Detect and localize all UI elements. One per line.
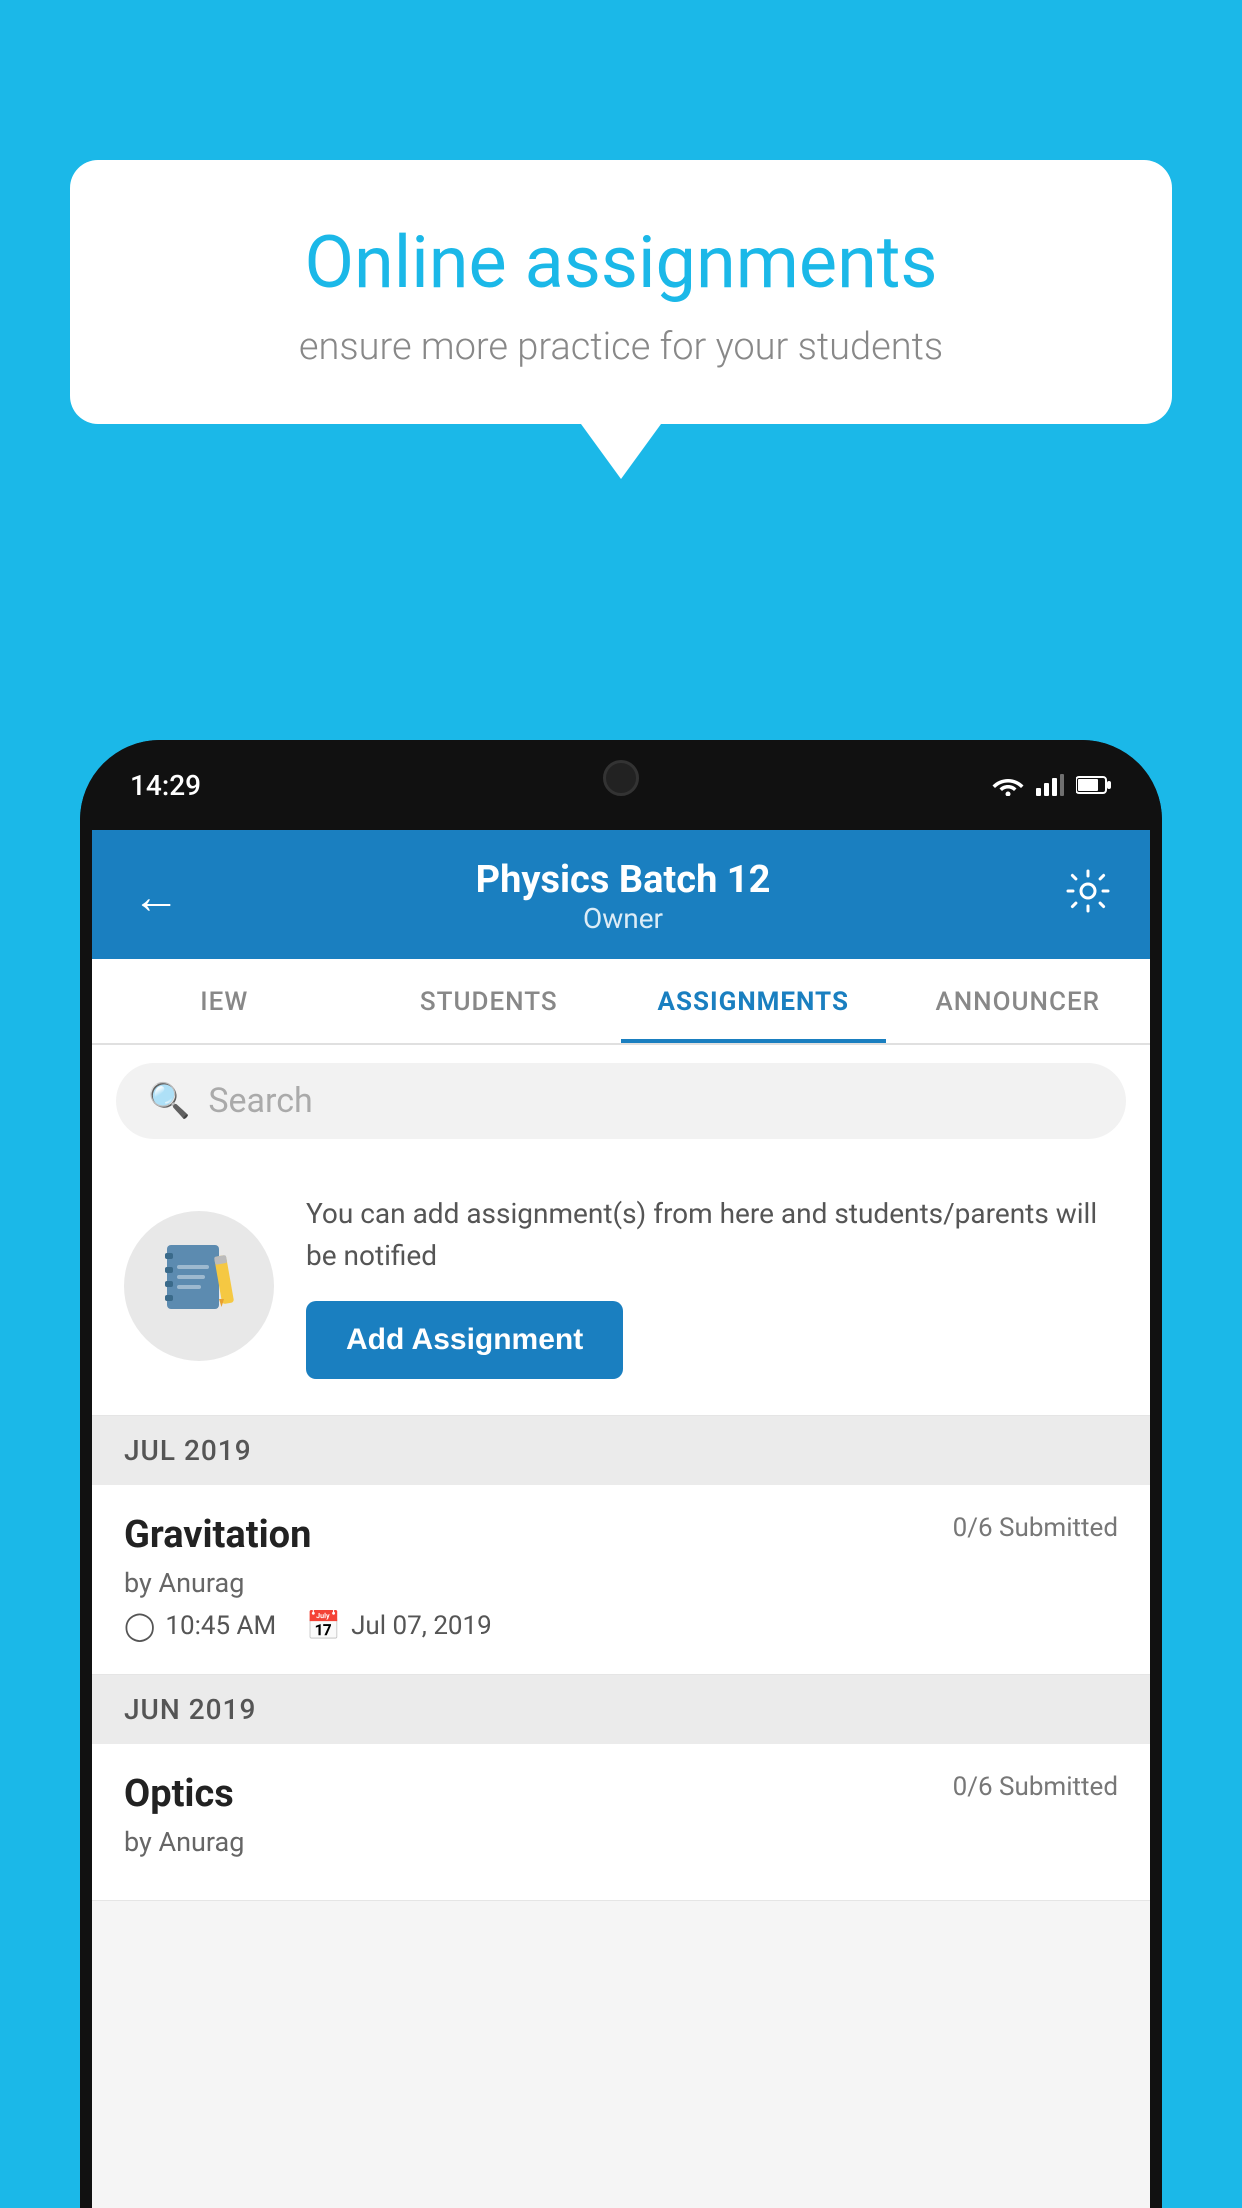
assignment-by: by Anurag <box>124 1567 1118 1599</box>
status-bar: 14:29 <box>80 740 1162 830</box>
clock-icon: ◯ <box>124 1609 155 1642</box>
header-center: Physics Batch 12 Owner <box>476 858 771 935</box>
speech-bubble-container: Online assignments ensure more practice … <box>70 160 1172 479</box>
calendar-icon: 📅 <box>306 1609 341 1642</box>
add-assignment-button[interactable]: Add Assignment <box>306 1301 623 1379</box>
app-header: ← Physics Batch 12 Owner <box>92 830 1150 959</box>
search-bar-wrapper: 🔍 Search <box>92 1045 1150 1157</box>
status-icons <box>992 774 1112 796</box>
speech-bubble: Online assignments ensure more practice … <box>70 160 1172 424</box>
tab-students[interactable]: STUDENTS <box>357 959 622 1043</box>
speech-bubble-arrow <box>581 424 661 479</box>
wifi-icon <box>992 774 1024 796</box>
promo-icon-circle <box>124 1211 274 1361</box>
search-placeholder-text: Search <box>208 1081 312 1121</box>
signal-icon <box>1036 774 1064 796</box>
battery-icon <box>1076 775 1112 795</box>
assignment-submitted-optics: 0/6 Submitted <box>953 1772 1118 1802</box>
batch-title: Physics Batch 12 <box>476 858 771 902</box>
promo-section: You can add assignment(s) from here and … <box>92 1157 1150 1416</box>
assignment-name-optics: Optics <box>124 1772 234 1816</box>
notebook-icon <box>159 1237 239 1335</box>
tab-assignments[interactable]: ASSIGNMENTS <box>621 959 886 1043</box>
tab-overview[interactable]: IEW <box>92 959 357 1043</box>
assignment-top-row-optics: Optics 0/6 Submitted <box>124 1772 1118 1816</box>
tab-announcements[interactable]: ANNOUNCER <box>886 959 1151 1043</box>
month-header-jul: JUL 2019 <box>92 1416 1150 1485</box>
search-icon: 🔍 <box>148 1081 190 1121</box>
assignment-by-optics: by Anurag <box>124 1826 1118 1858</box>
tabs-bar: IEW STUDENTS ASSIGNMENTS ANNOUNCER <box>92 959 1150 1045</box>
settings-button[interactable] <box>1066 869 1110 924</box>
speech-bubble-title: Online assignments <box>140 220 1102 305</box>
phone-screen: ← Physics Batch 12 Owner IEW STUDENTS AS… <box>92 830 1150 2208</box>
assignment-time: ◯ 10:45 AM <box>124 1609 276 1642</box>
camera-notch <box>603 760 639 796</box>
assignment-date: 📅 Jul 07, 2019 <box>306 1609 492 1642</box>
status-time: 14:29 <box>130 769 201 802</box>
assignment-item-gravitation[interactable]: Gravitation 0/6 Submitted by Anurag ◯ 10… <box>92 1485 1150 1675</box>
month-header-jun: JUN 2019 <box>92 1675 1150 1744</box>
search-bar[interactable]: 🔍 Search <box>116 1063 1126 1139</box>
assignment-meta: ◯ 10:45 AM 📅 Jul 07, 2019 <box>124 1609 1118 1642</box>
phone-mockup: 14:29 <box>80 740 1162 2208</box>
promo-description: You can add assignment(s) from here and … <box>306 1193 1118 1277</box>
speech-bubble-subtitle: ensure more practice for your students <box>140 325 1102 369</box>
batch-subtitle: Owner <box>476 902 771 935</box>
assignment-submitted: 0/6 Submitted <box>953 1513 1118 1543</box>
back-button[interactable]: ← <box>132 868 180 925</box>
promo-text-area: You can add assignment(s) from here and … <box>306 1193 1118 1379</box>
assignment-top-row: Gravitation 0/6 Submitted <box>124 1513 1118 1557</box>
assignment-item-optics[interactable]: Optics 0/6 Submitted by Anurag <box>92 1744 1150 1901</box>
assignment-name: Gravitation <box>124 1513 311 1557</box>
